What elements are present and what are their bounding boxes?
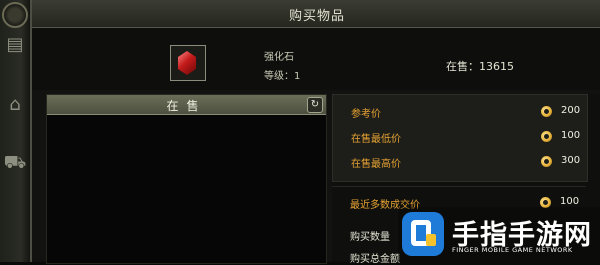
price-summary: 参考价 200 在售最低价 100 在售最高价 300: [332, 94, 588, 182]
recent-price-value: 100: [560, 196, 580, 207]
watermark: 手指手游网 FINGER MOBILE GAME NETWORK: [398, 207, 600, 262]
brand-logo-icon: [402, 212, 444, 256]
reference-price-label: 参考价: [351, 109, 381, 120]
item-slot[interactable]: [170, 45, 206, 81]
reference-price-value: 200: [561, 105, 581, 116]
dialog-title: 购买物品: [288, 9, 345, 24]
title-bar: 购买物品: [32, 0, 600, 28]
divider: [332, 186, 586, 187]
refresh-icon[interactable]: ↻: [307, 97, 323, 113]
item-info: 强化石 等级：1 在售：13615: [32, 28, 600, 90]
side-toolbar: ▤ ⌂ ⛟: [0, 0, 31, 262]
item-name: 强化石: [264, 52, 294, 63]
total-amount-label: 购买总金额: [350, 254, 400, 265]
shop-icon[interactable]: ▤: [2, 34, 28, 70]
listing-panel: 在售 ↻: [46, 94, 327, 264]
highest-price-value: 300: [561, 155, 581, 166]
quantity-label: 购买数量: [350, 232, 390, 243]
cart-icon[interactable]: ⛟: [2, 152, 28, 188]
ornament-icon: [2, 2, 28, 28]
lowest-price-label: 在售最低价: [351, 134, 401, 145]
tab-on-sale[interactable]: 在售 ↻: [47, 95, 326, 115]
lowest-price-value: 100: [561, 130, 581, 141]
tab-label: 在售: [166, 99, 207, 113]
coin-icon: [541, 106, 552, 117]
highest-price-label: 在售最高价: [351, 159, 401, 170]
watermark-subtitle: FINGER MOBILE GAME NETWORK: [452, 246, 573, 254]
coin-icon: [541, 131, 552, 142]
item-level: 等级：1: [264, 71, 301, 82]
bank-icon[interactable]: ⌂: [2, 94, 28, 130]
coin-icon: [541, 156, 552, 167]
on-sale-count: 在售：13615: [446, 60, 514, 73]
gem-icon: [178, 51, 196, 75]
